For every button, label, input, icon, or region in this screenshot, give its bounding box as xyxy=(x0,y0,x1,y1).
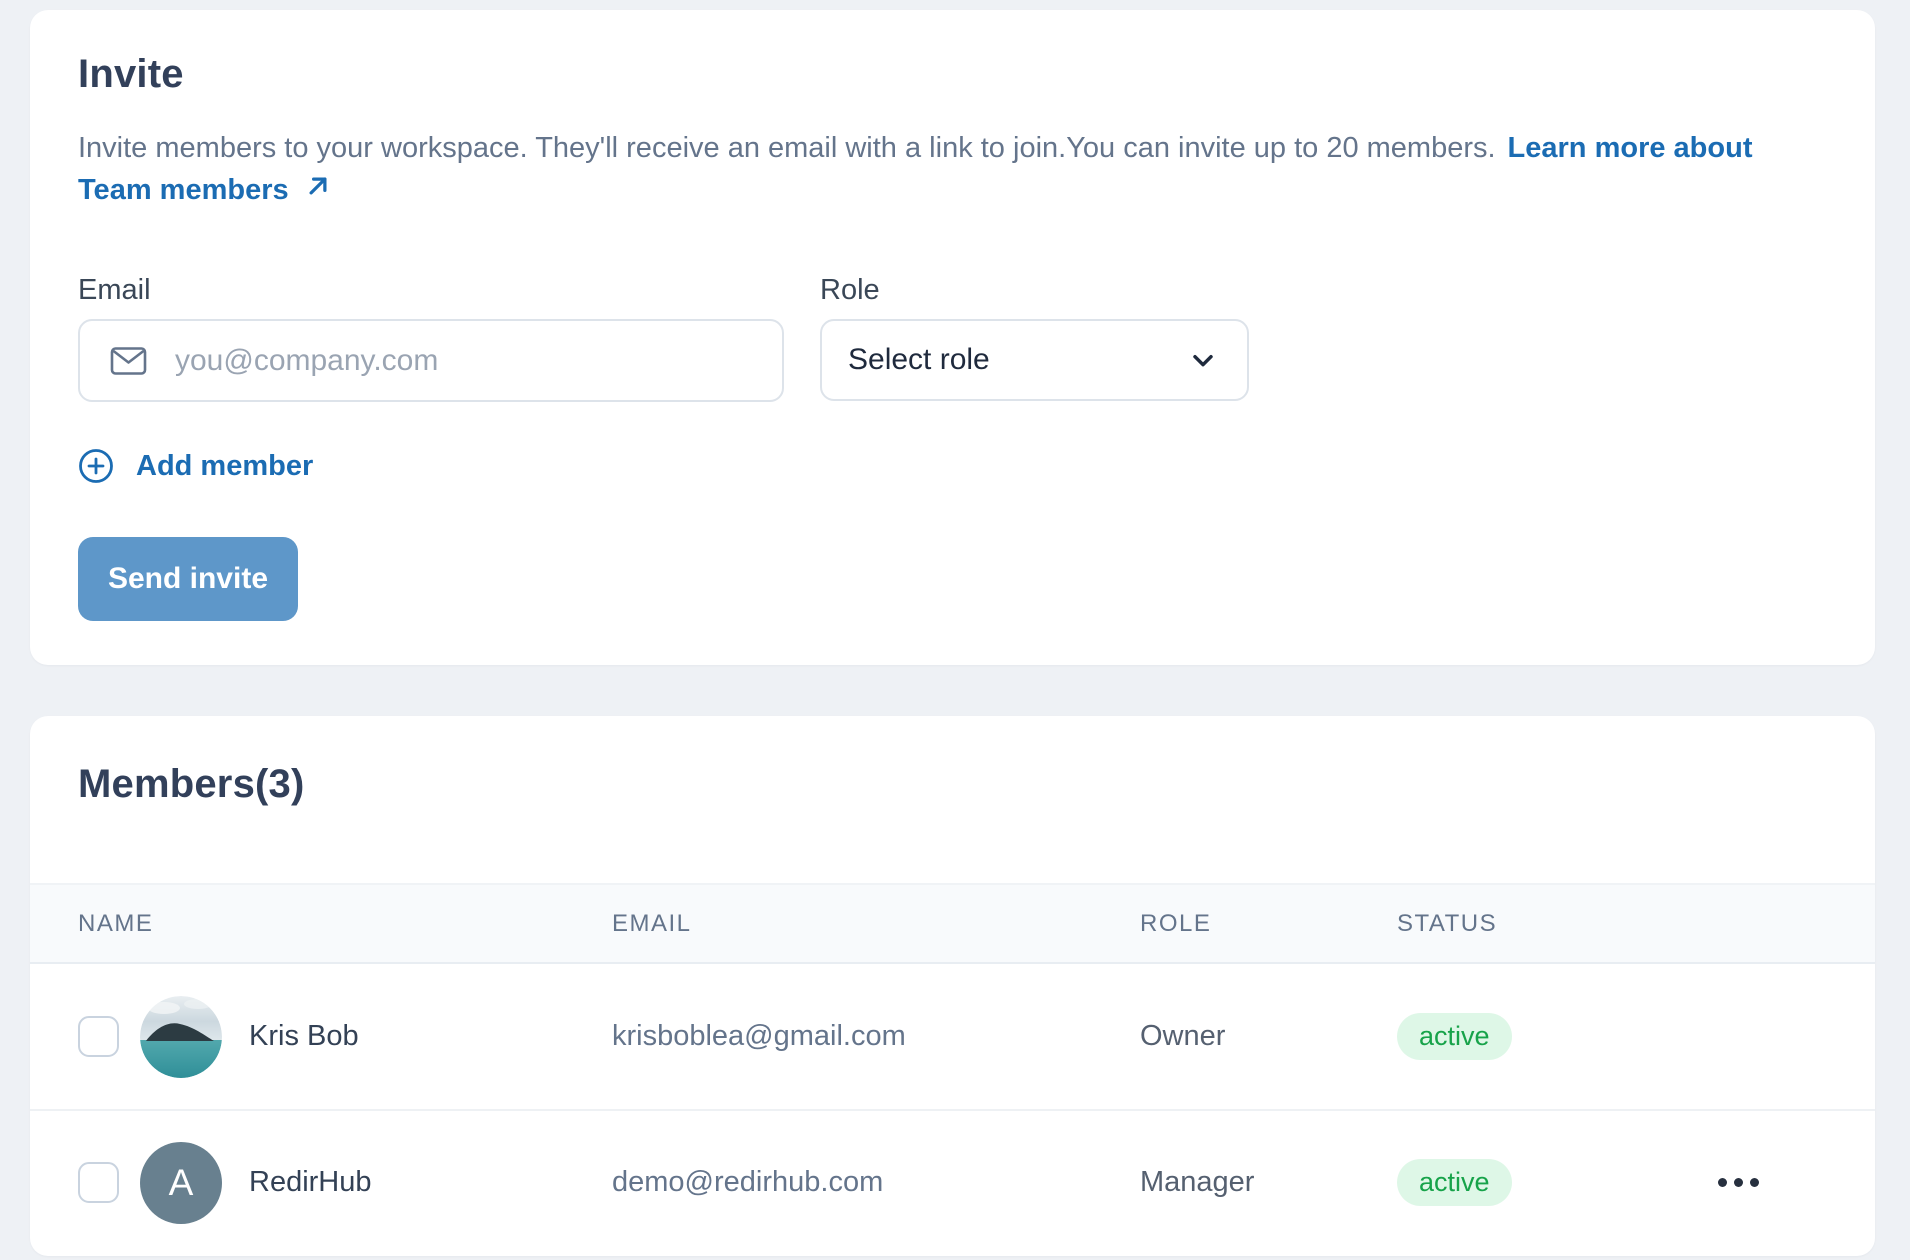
invite-title: Invite xyxy=(78,52,1827,97)
row-checkbox[interactable] xyxy=(78,1016,119,1057)
email-input-wrapper xyxy=(78,319,784,402)
row-menu-ellipsis-icon[interactable] xyxy=(1712,1172,1765,1193)
invite-form-row: Email Role Select role xyxy=(78,273,1827,402)
email-field-group: Email xyxy=(78,273,784,402)
column-header-email: EMAIL xyxy=(612,910,1140,938)
email-input[interactable] xyxy=(175,344,758,378)
send-invite-button[interactable]: Send invite xyxy=(78,537,298,621)
table-row: Kris Bob krisboblea@gmail.com Owner acti… xyxy=(30,964,1875,1109)
status-cell: active xyxy=(1397,1013,1687,1060)
member-name: Kris Bob xyxy=(249,1020,359,1053)
avatar: A xyxy=(140,1142,222,1224)
member-email: krisboblea@gmail.com xyxy=(612,1020,1140,1053)
add-member-label: Add member xyxy=(136,450,313,483)
name-cell: A RedirHub xyxy=(78,1142,612,1224)
member-name: RedirHub xyxy=(249,1166,372,1199)
role-label: Role xyxy=(820,273,1249,307)
role-field-group: Role Select role xyxy=(820,273,1249,402)
invite-card: Invite Invite members to your workspace.… xyxy=(30,10,1875,665)
member-email: demo@redirhub.com xyxy=(612,1166,1140,1199)
invite-description-text: Invite members to your workspace. They'l… xyxy=(78,132,1496,164)
role-select-value: Select role xyxy=(848,343,990,377)
column-header-name: NAME xyxy=(78,910,612,938)
member-role: Owner xyxy=(1140,1020,1397,1053)
column-header-role: ROLE xyxy=(1140,910,1397,938)
name-cell: Kris Bob xyxy=(78,996,612,1078)
role-select[interactable]: Select role xyxy=(820,319,1249,401)
invite-description: Invite members to your workspace. They'l… xyxy=(78,127,1827,211)
status-badge: active xyxy=(1397,1013,1512,1060)
add-member-button[interactable]: Add member xyxy=(78,448,313,484)
mail-icon xyxy=(110,346,147,376)
island-photo-avatar xyxy=(140,996,222,1078)
column-header-status: STATUS xyxy=(1397,910,1687,938)
avatar xyxy=(140,996,222,1078)
external-link-arrow-icon xyxy=(303,171,333,201)
email-label: Email xyxy=(78,273,784,307)
member-role: Manager xyxy=(1140,1166,1397,1199)
members-table-header: NAME EMAIL ROLE STATUS xyxy=(30,883,1875,964)
menu-cell xyxy=(1687,1172,1827,1193)
members-title: Members(3) xyxy=(30,762,1875,807)
plus-circle-icon xyxy=(78,448,114,484)
members-card: Members(3) NAME EMAIL ROLE STATUS xyxy=(30,716,1875,1256)
status-badge: active xyxy=(1397,1159,1512,1206)
row-checkbox[interactable] xyxy=(78,1162,119,1203)
status-cell: active xyxy=(1397,1159,1687,1206)
chevron-down-icon xyxy=(1187,344,1219,376)
table-row: A RedirHub demo@redirhub.com Manager act… xyxy=(30,1109,1875,1254)
